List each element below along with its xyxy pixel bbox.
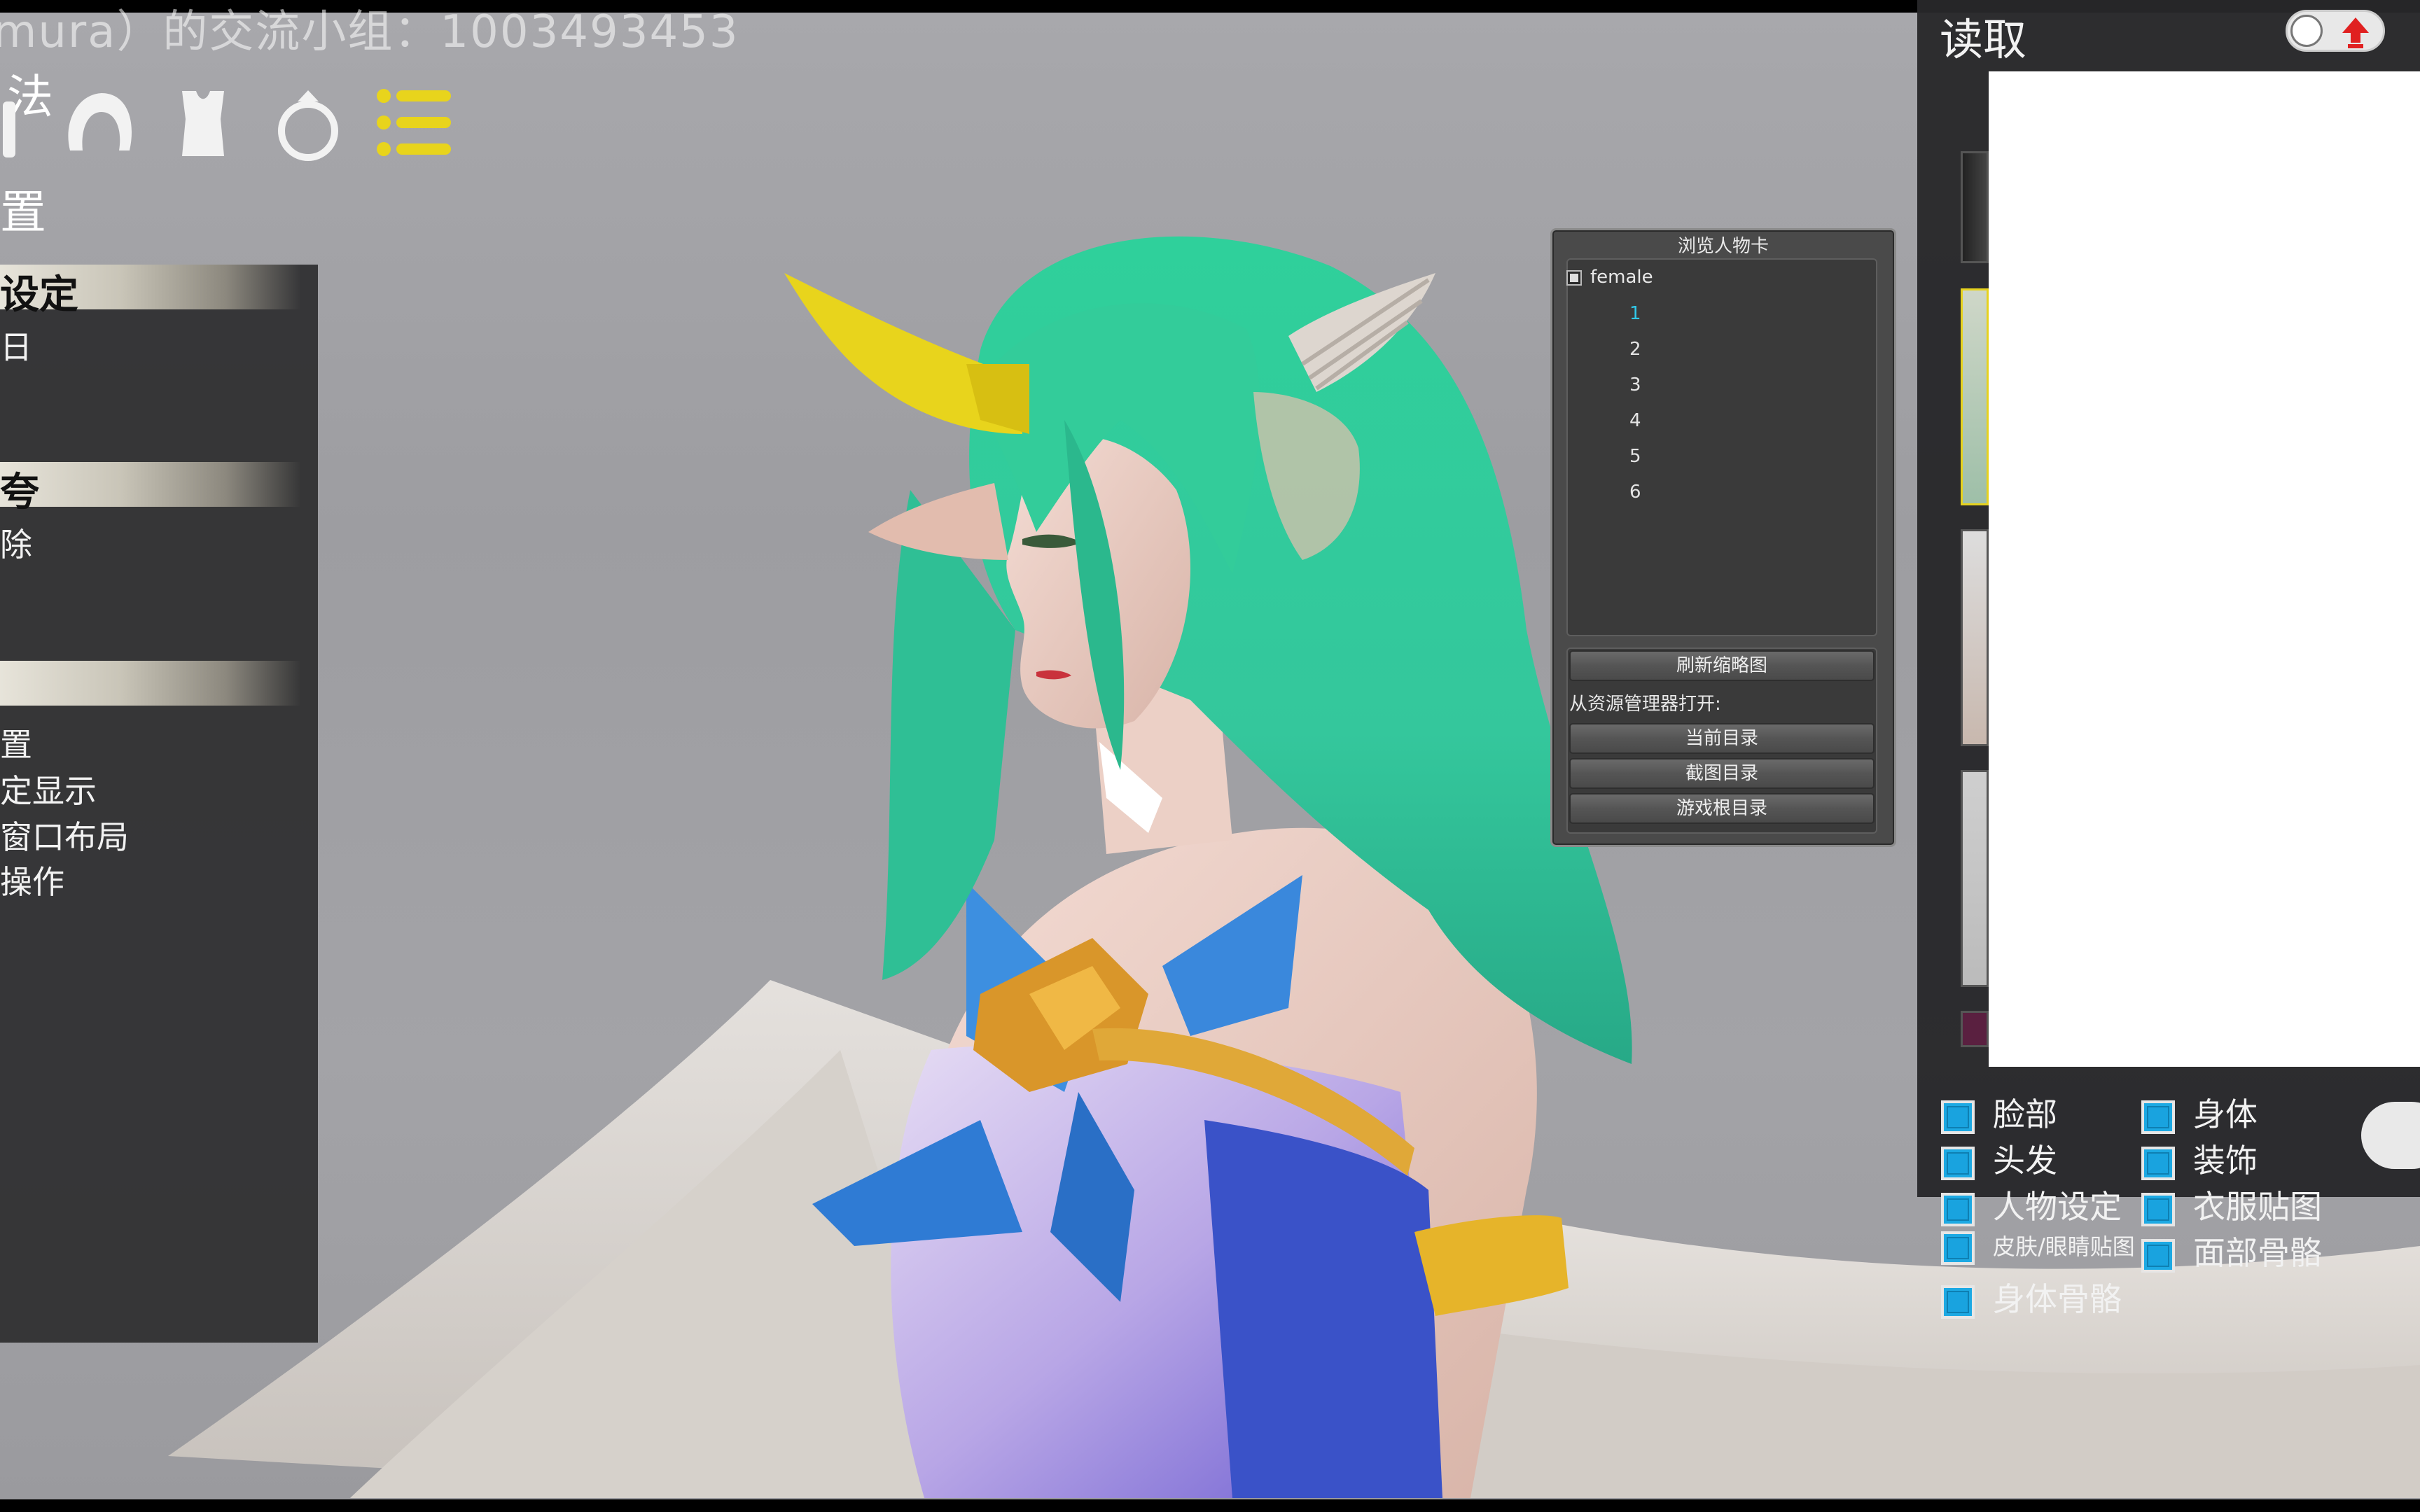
file-tree — [1566, 258, 1877, 636]
checkbox-hair[interactable]: 头发 — [1941, 1135, 2057, 1182]
checkbox-label: 人物设定 — [1993, 1188, 2122, 1226]
game-viewport[interactable]: mura）的交流小组：1003493453 法 置 设定 日 夸 除 置 定显示… — [0, 0, 2420, 1512]
tree-root-female[interactable]: female — [1566, 267, 1653, 288]
upload-arrow-icon — [2342, 18, 2369, 48]
tree-node[interactable]: 5 — [1629, 446, 1641, 467]
current-folder-button[interactable]: 当前目录 — [1569, 723, 1875, 754]
checkbox-accessories[interactable]: 装饰 — [2141, 1135, 2258, 1182]
tree-node[interactable]: 1 — [1629, 303, 1641, 324]
checkbox-box[interactable] — [1941, 1100, 1975, 1134]
refresh-thumbnails-button[interactable]: 刷新缩略图 — [1569, 650, 1875, 681]
section-header-3[interactable] — [0, 661, 301, 706]
checkbox-label: 身体骨骼 — [1993, 1280, 2122, 1318]
checkbox-label: 皮肤/眼睛贴图 — [1993, 1233, 2135, 1260]
checkbox-label: 脸部 — [1993, 1096, 2057, 1133]
checkbox-body-bones[interactable]: 身体骨骼 — [1941, 1274, 2122, 1320]
checkbox-box[interactable] — [2141, 1238, 2175, 1273]
screenshot-folder-button[interactable]: 截图目录 — [1569, 758, 1875, 789]
clothing-icon[interactable] — [161, 70, 245, 175]
ring-icon[interactable] — [266, 70, 350, 175]
card-thumbnail[interactable] — [1961, 529, 1989, 746]
checkbox-box[interactable] — [1941, 1284, 1975, 1319]
settings-item[interactable]: 定显示 — [0, 766, 97, 812]
bottom-letterbox — [0, 1499, 2420, 1512]
section-header-label: 夸 — [0, 470, 39, 515]
collapse-toggle-icon[interactable] — [1566, 270, 1582, 286]
checkbox-clothing-texture[interactable]: 衣服贴图 — [2141, 1182, 2322, 1228]
window-title: 浏览人物卡 — [1677, 236, 1769, 257]
checkbox-character-settings[interactable]: 人物设定 — [1941, 1182, 2122, 1228]
settings-item[interactable]: 操作 — [0, 857, 64, 903]
person-icon[interactable] — [0, 70, 28, 175]
open-from-label: 从资源管理器打开: — [1569, 694, 1721, 715]
settings-panel: 设定 日 夸 除 置 定显示 窗口布局 操作 — [0, 265, 318, 1343]
checkbox-label: 装饰 — [2193, 1142, 2258, 1180]
settings-item[interactable]: 窗口布局 — [0, 812, 129, 858]
checkbox-face-bones[interactable]: 面部骨骼 — [2141, 1228, 2322, 1274]
card-thumbnail[interactable] — [1961, 770, 1989, 987]
panel-title: 读取 — [1940, 14, 2027, 65]
tree-node[interactable]: 2 — [1629, 339, 1641, 360]
settings-item[interactable]: 日 — [0, 322, 32, 368]
checkbox-box[interactable] — [2141, 1100, 2175, 1134]
checkbox-box[interactable] — [2141, 1146, 2175, 1180]
watermark-text: mura）的交流小组：1003493453 — [0, 6, 739, 58]
checkbox-box[interactable] — [2141, 1192, 2175, 1226]
checkbox-skin-eye-texture[interactable]: 皮肤/眼睛贴图 — [1941, 1229, 2135, 1265]
tree-node[interactable]: 6 — [1629, 482, 1641, 503]
browse-card-window: 浏览人物卡 female 1 2 3 4 5 6 刷新缩略图 从资源管理器打开:… — [1550, 228, 1896, 847]
settings-item[interactable]: 置 — [0, 720, 32, 766]
card-thumbnail[interactable] — [1961, 1011, 1989, 1047]
section-header-2[interactable]: 夸 — [0, 462, 301, 515]
checkbox-label: 头发 — [1993, 1142, 2057, 1180]
section-header-settings[interactable]: 设定 — [0, 265, 301, 318]
upload-toggle[interactable] — [2286, 10, 2385, 52]
tree-root-label: female — [1590, 267, 1653, 288]
settings-item[interactable]: 除 — [0, 519, 32, 566]
checkbox-box[interactable] — [1941, 1192, 1975, 1226]
card-thumbnail[interactable] — [1961, 151, 1989, 263]
checkbox-label: 身体 — [2193, 1096, 2258, 1133]
game-root-folder-button[interactable]: 游戏根目录 — [1569, 793, 1875, 824]
toggle-knob — [2290, 15, 2323, 47]
card-preview — [1989, 71, 2420, 1067]
section-header-label: 设定 — [0, 272, 78, 318]
checkbox-face[interactable]: 脸部 — [1941, 1089, 2057, 1135]
checkbox-box[interactable] — [1941, 1231, 1975, 1265]
list-icon[interactable] — [371, 70, 455, 175]
checkbox-label: 面部骨骼 — [2193, 1234, 2322, 1272]
checkbox-box[interactable] — [1941, 1146, 1975, 1180]
tree-node[interactable]: 3 — [1629, 374, 1641, 396]
section-title: 置 — [0, 186, 46, 239]
checkbox-label: 衣服贴图 — [2193, 1188, 2322, 1226]
card-thumbnail-selected[interactable] — [1961, 288, 1989, 505]
hair-icon[interactable] — [56, 70, 140, 175]
checkbox-body[interactable]: 身体 — [2141, 1089, 2258, 1135]
tree-node[interactable]: 4 — [1629, 410, 1641, 431]
